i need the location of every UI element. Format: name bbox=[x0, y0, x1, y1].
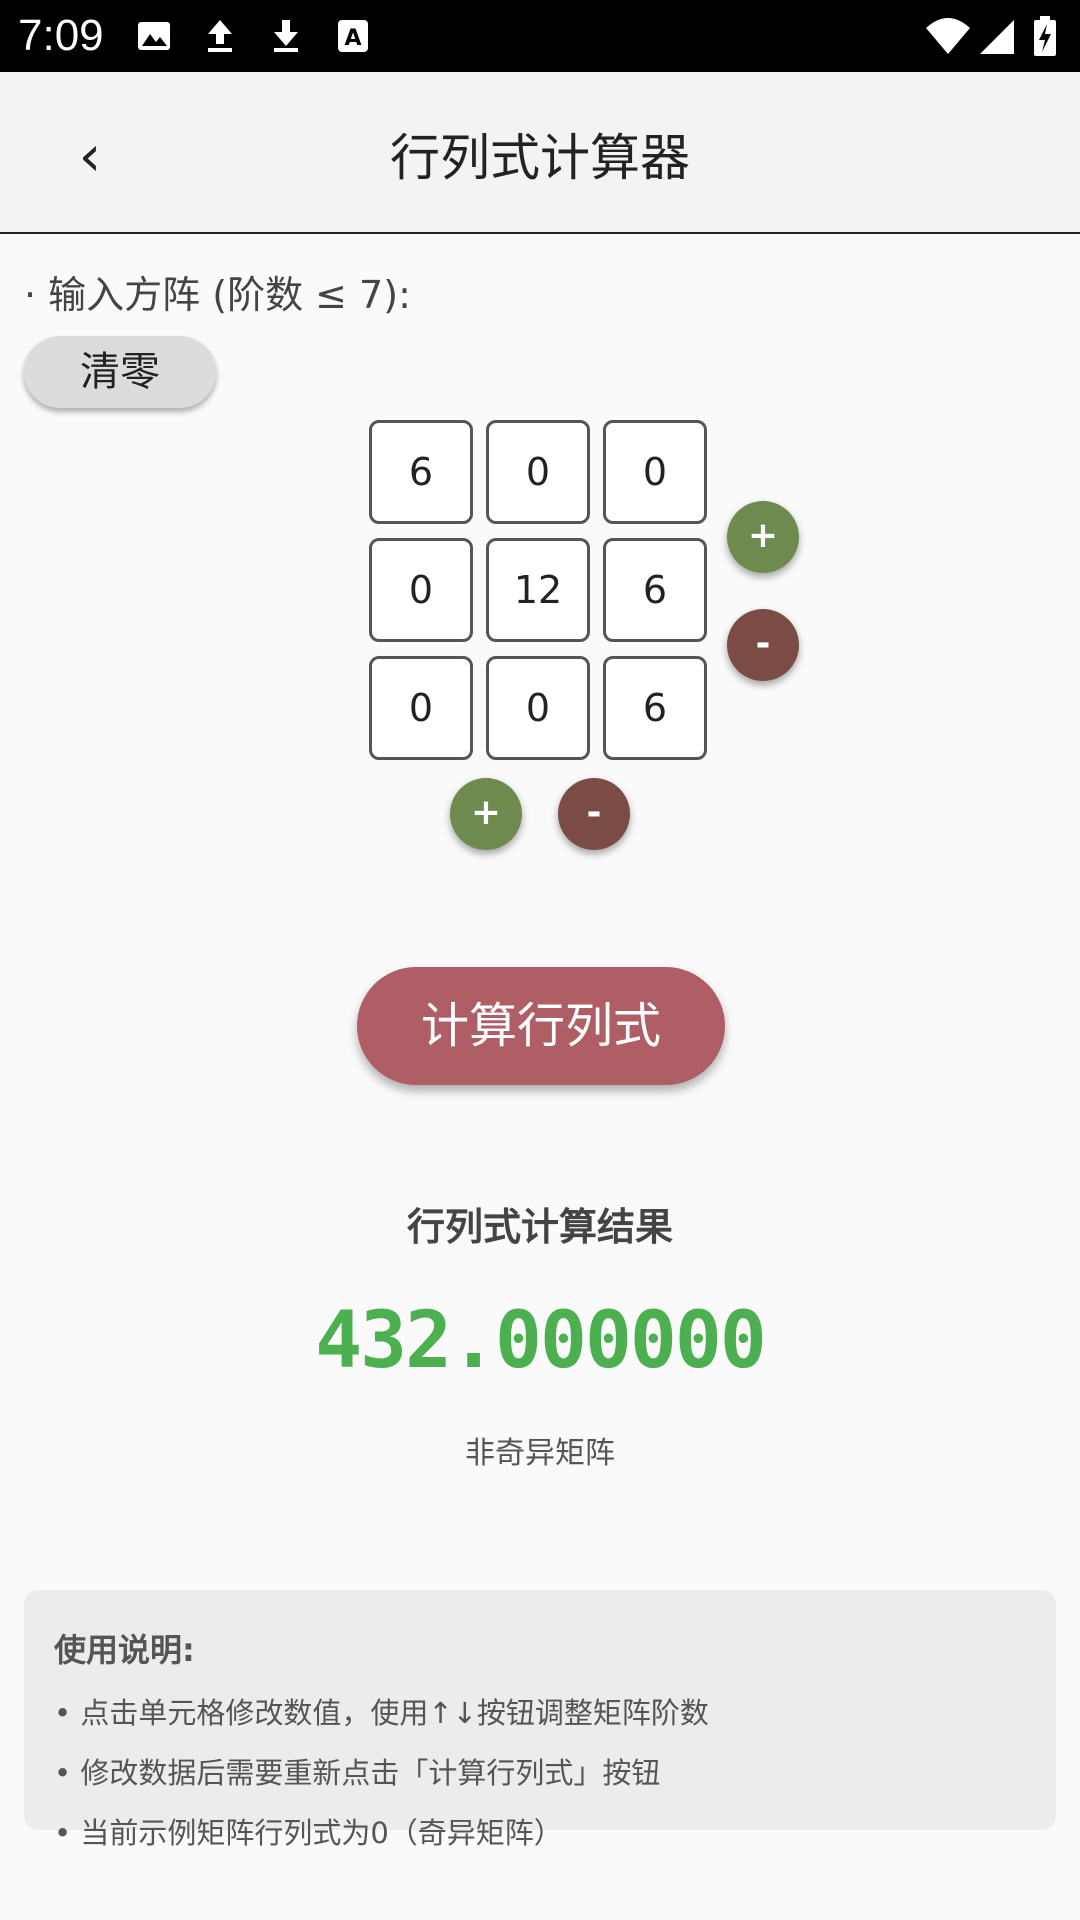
determinant-value: 432.000000 bbox=[315, 1296, 767, 1386]
matrix-cell-2-0[interactable]: 0 bbox=[369, 656, 473, 760]
clear-button[interactable]: 清零 bbox=[24, 336, 216, 408]
add-row-button[interactable]: + bbox=[450, 778, 522, 850]
help-line: • 修改数据后需要重新点击「计算行列式」按钮 bbox=[54, 1756, 661, 1790]
help-line: • 当前示例矩阵行列式为0（奇异矩阵） bbox=[54, 1816, 563, 1850]
download-icon bbox=[274, 20, 298, 52]
matrix-type-note: 非奇异矩阵 bbox=[465, 1436, 615, 1471]
page-title: 行列式计算器 bbox=[390, 129, 690, 187]
matrix-cell-0-0[interactable]: 6 bbox=[369, 420, 473, 524]
add-column-button[interactable]: + bbox=[727, 501, 799, 573]
battery-charging-icon bbox=[1034, 16, 1056, 56]
status-time: 7:09 bbox=[18, 11, 104, 60]
matrix-cell-0-2[interactable]: 0 bbox=[603, 420, 707, 524]
app-bar: ‹ 行列式计算器 bbox=[0, 72, 1080, 234]
signal-icon bbox=[980, 20, 1014, 54]
wifi-icon bbox=[926, 18, 970, 54]
matrix-cell-0-1[interactable]: 0 bbox=[486, 420, 590, 524]
help-title: 使用说明: bbox=[54, 1631, 195, 1669]
result-title: 行列式计算结果 bbox=[406, 1205, 673, 1249]
remove-column-button[interactable]: - bbox=[727, 609, 799, 681]
image-icon bbox=[138, 22, 170, 50]
svg-text:A: A bbox=[344, 26, 361, 51]
matrix-cell-1-1[interactable]: 12 bbox=[486, 538, 590, 642]
help-line: • 点击单元格修改数值，使用↑↓按钮调整矩阵阶数 bbox=[54, 1696, 709, 1730]
remove-row-button[interactable]: - bbox=[558, 778, 630, 850]
calculate-determinant-button[interactable]: 计算行列式 bbox=[357, 967, 725, 1085]
font-icon: A bbox=[338, 20, 368, 52]
matrix-cell-2-2[interactable]: 6 bbox=[603, 656, 707, 760]
matrix-input-label: · 输入方阵 (阶数 ≤ 7): bbox=[24, 273, 411, 317]
upload-icon bbox=[208, 20, 232, 52]
matrix-cell-1-0[interactable]: 0 bbox=[369, 538, 473, 642]
matrix-cell-2-1[interactable]: 0 bbox=[486, 656, 590, 760]
matrix-grid: 6 0 0 0 12 6 0 0 6 bbox=[369, 420, 711, 760]
matrix-cell-1-2[interactable]: 6 bbox=[603, 538, 707, 642]
status-bar: 7:09 A bbox=[0, 0, 1080, 72]
